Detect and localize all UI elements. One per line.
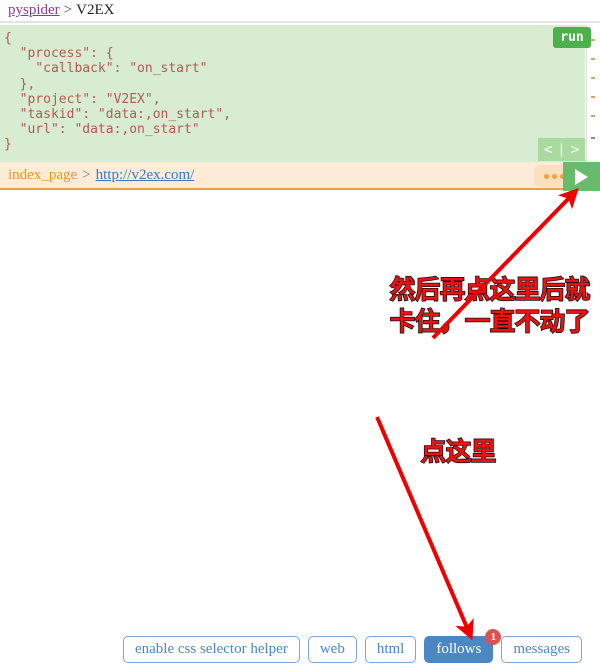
nav-next-button[interactable]: > bbox=[571, 142, 579, 158]
task-bar: index_page > http://v2ex.com/ bbox=[0, 162, 600, 190]
annotation-text-stuck: 然后再点这里后就 卡住，一直不动了 bbox=[389, 274, 591, 338]
debug-toolbar: enable css selector helper web html foll… bbox=[0, 629, 600, 665]
nav-divider: | bbox=[557, 141, 566, 158]
task-separator: > bbox=[82, 166, 91, 183]
nav-prev-button[interactable]: < bbox=[544, 142, 552, 158]
messages-tab-button[interactable]: messages bbox=[501, 636, 582, 663]
breadcrumb-pyspider-link[interactable]: pyspider bbox=[8, 2, 60, 19]
breadcrumb: pyspider > V2EX bbox=[0, 0, 600, 23]
annotation-text-click-here: 点这里 bbox=[420, 436, 497, 468]
task-callback-name: index_page bbox=[8, 166, 78, 183]
pyspider-debug-window: pyspider > V2EX { "process": { "callback… bbox=[0, 0, 600, 665]
page-title: V2EX bbox=[76, 2, 115, 18]
task-json-editor[interactable]: { "process": { "callback": "on_start" },… bbox=[0, 25, 585, 162]
play-icon[interactable] bbox=[563, 162, 600, 191]
breadcrumb-separator: > bbox=[63, 2, 73, 18]
web-tab-button[interactable]: web bbox=[307, 636, 357, 663]
enable-css-selector-helper-button[interactable]: enable css selector helper bbox=[122, 636, 300, 663]
follows-tab-button[interactable]: follows 1 bbox=[424, 629, 502, 663]
task-navigation-bar: < | > bbox=[538, 138, 585, 161]
html-tab-button[interactable]: html bbox=[364, 636, 417, 663]
task-url-link[interactable]: http://v2ex.com/ bbox=[96, 167, 195, 184]
annotation-text-stuck-line2: 卡住，一直不动了 bbox=[389, 306, 591, 337]
task-json-code[interactable]: { "process": { "callback": "on_start" },… bbox=[0, 25, 585, 153]
annotation-text-stuck-line1: 然后再点这里后就 bbox=[389, 274, 591, 305]
annotation-text-click-here-line1: 点这里 bbox=[420, 436, 497, 467]
result-panel bbox=[0, 190, 600, 633]
play-triangle bbox=[575, 168, 588, 185]
follows-count-badge: 1 bbox=[485, 629, 502, 645]
run-button[interactable]: run bbox=[553, 27, 591, 48]
follows-label: follows bbox=[436, 641, 482, 657]
